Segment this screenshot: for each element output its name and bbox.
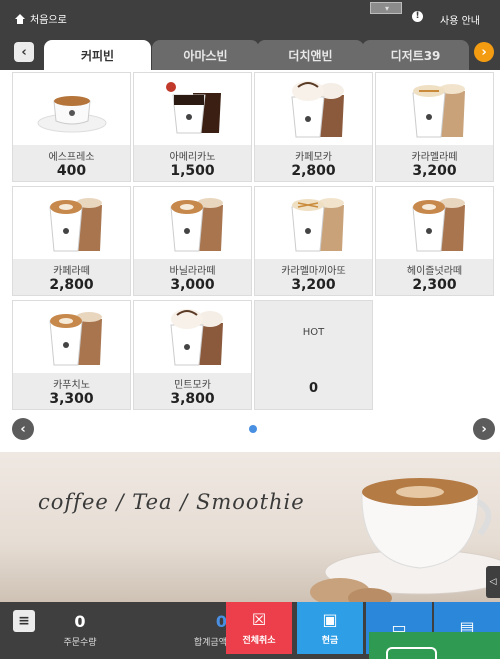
menu-item-name: 민트모카 (174, 380, 211, 391)
hot-label: HOT (302, 327, 325, 338)
menu-item-mint-mocha[interactable]: 민트모카 3,800 (133, 300, 252, 410)
total-amount-value: 0 (215, 612, 227, 631)
cafe-latte-image (13, 187, 130, 259)
menu-item-info: 바닐라라떼 3,000 (134, 259, 251, 295)
menu-item-cafe-latte[interactable]: 카페라떼 2,800 (12, 186, 131, 296)
menu-item-price: 400 (56, 163, 87, 179)
order-count-value: 0 (74, 612, 86, 631)
menu-item-name: 에스프레소 (48, 152, 95, 163)
green-action-area[interactable] (369, 632, 500, 659)
menu-item-espresso[interactable]: 에스프레소 400 (12, 72, 131, 182)
menu-item-info: 헤이즐넛라떼 2,300 (376, 259, 493, 295)
hamburger-menu-button[interactable]: ≡ (13, 610, 35, 632)
vanilla-latte-image (134, 187, 251, 259)
menu-item-name: 카페모카 (295, 152, 332, 163)
menu-item-info: 민트모카 3,800 (134, 373, 251, 409)
menu-item-price: 3,200 (291, 277, 336, 293)
menu-item-name: 바닐라라떼 (169, 266, 216, 277)
menu-item-name: 카페라떼 (53, 266, 90, 277)
cappuccino-image (13, 301, 130, 373)
menu-item-vanilla-latte[interactable]: 바닐라라떼 3,000 (133, 186, 252, 296)
total-amount-label: 합계금액 (193, 638, 227, 648)
menu-item-price: 2,800 (291, 163, 336, 179)
cash-button[interactable]: ▣ 현금 (297, 602, 363, 654)
menu-item-americano[interactable]: 아메리카노 1,500 (133, 72, 252, 182)
order-count-label: 주문수량 (63, 638, 97, 648)
caramel-macchiato-image (255, 187, 372, 259)
menu-item-info: 카라멜라떼 3,200 (376, 145, 493, 181)
menu-item-price: 2,800 (49, 277, 94, 293)
tab-dessert39[interactable]: 디저트39 (362, 40, 469, 70)
hot-price: 0 (308, 381, 319, 396)
chevron-left-icon: ‹ (20, 421, 26, 437)
menu-item-name: 카라멜라떼 (411, 152, 458, 163)
tab-amasbin[interactable]: 아마스빈 (152, 40, 259, 70)
menu-item-caramel-macchiato[interactable]: 카라멜마끼아또 3,200 (254, 186, 373, 296)
chevron-right-icon: › (481, 421, 487, 437)
menu-item-info: 카푸치노 3,300 (13, 373, 130, 409)
page-indicator-dot (249, 425, 257, 433)
menu-item-price: 3,300 (49, 391, 94, 407)
language-select[interactable]: ▾ (370, 2, 402, 14)
info-icon[interactable]: ! (412, 11, 423, 22)
cafe-mocha-image (255, 73, 372, 145)
banner-text: coffee / Tea / Smoothie (38, 490, 305, 514)
menu-item-info: 에스프레소 400 (13, 145, 130, 181)
menu-item-price: 3,800 (170, 391, 215, 407)
tab-coffeebean[interactable]: 커피빈 (44, 40, 151, 70)
chevron-down-icon: ▾ (384, 3, 389, 13)
cancel-all-button[interactable]: ☒ 전체취소 (226, 602, 292, 654)
espresso-image (13, 73, 130, 145)
promo-banner: coffee / Tea / Smoothie (0, 452, 500, 602)
menu-item-info: 아메리카노 1,500 (134, 145, 251, 181)
green-area-shape (386, 647, 437, 659)
americano-image (134, 73, 251, 145)
page-prev-button[interactable]: ‹ (12, 418, 34, 440)
tab-prev-button[interactable]: ‹ (14, 42, 34, 62)
menu-item-price: 3,000 (170, 277, 215, 293)
menu-item-price: 3,200 (412, 163, 457, 179)
side-tab-handle[interactable]: ◁ (486, 566, 500, 598)
cancel-doc-icon: ☒ (251, 609, 267, 629)
tab-next-button[interactable]: › (474, 42, 494, 62)
category-tabs: ‹ 커피빈 아마스빈 더치앤빈 디저트39 › (0, 36, 500, 70)
top-bar: 처음으로 ▾ ! 사용 안내 (0, 0, 500, 36)
menu-item-info: 카페모카 2,800 (255, 145, 372, 181)
home-button[interactable]: 처음으로 (14, 11, 67, 26)
page-next-button[interactable]: › (473, 418, 495, 440)
menu-item-name: 헤이즐넛라떼 (406, 266, 463, 277)
home-icon (14, 13, 26, 24)
order-count: 0 주문수량 (55, 612, 105, 648)
menu-item-cappuccino[interactable]: 카푸치노 3,300 (12, 300, 131, 410)
tab-dutchandbean[interactable]: 더치앤빈 (257, 40, 364, 70)
hamburger-icon: ≡ (18, 613, 30, 629)
menu-item-name: 카푸치노 (53, 380, 90, 391)
menu-item-info: 카라멜마끼아또 3,200 (255, 259, 372, 295)
total-amount: 0 합계금액 (167, 612, 227, 648)
chevron-right-icon: › (481, 44, 487, 60)
menu-item-hazelnut-latte[interactable]: 헤이즐넛라떼 2,300 (375, 186, 494, 296)
cash-label: 현금 (321, 635, 339, 646)
coffee-cup-illustration (310, 478, 500, 602)
menu-item-name: 카라멜마끼아또 (281, 266, 346, 277)
home-label: 처음으로 (30, 15, 67, 26)
cancel-all-label: 전체취소 (242, 635, 276, 646)
menu-item-price: 1,500 (170, 163, 215, 179)
chevron-left-icon: ‹ (21, 44, 27, 60)
menu-item-price: 2,300 (412, 277, 457, 293)
hazelnut-latte-image (376, 187, 493, 259)
cash-icon: ▣ (322, 609, 338, 629)
menu-item-cafe-mocha[interactable]: 카페모카 2,800 (254, 72, 373, 182)
menu-item-info: 카페라떼 2,800 (13, 259, 130, 295)
mint-mocha-image (134, 301, 251, 373)
menu-item-name: 아메리카노 (169, 152, 216, 163)
menu-item-hot[interactable]: HOT 0 (254, 300, 373, 410)
menu-item-caramel-latte[interactable]: 카라멜라떼 3,200 (375, 72, 494, 182)
caramel-latte-image (376, 73, 493, 145)
help-link[interactable]: 사용 안내 (440, 12, 480, 27)
